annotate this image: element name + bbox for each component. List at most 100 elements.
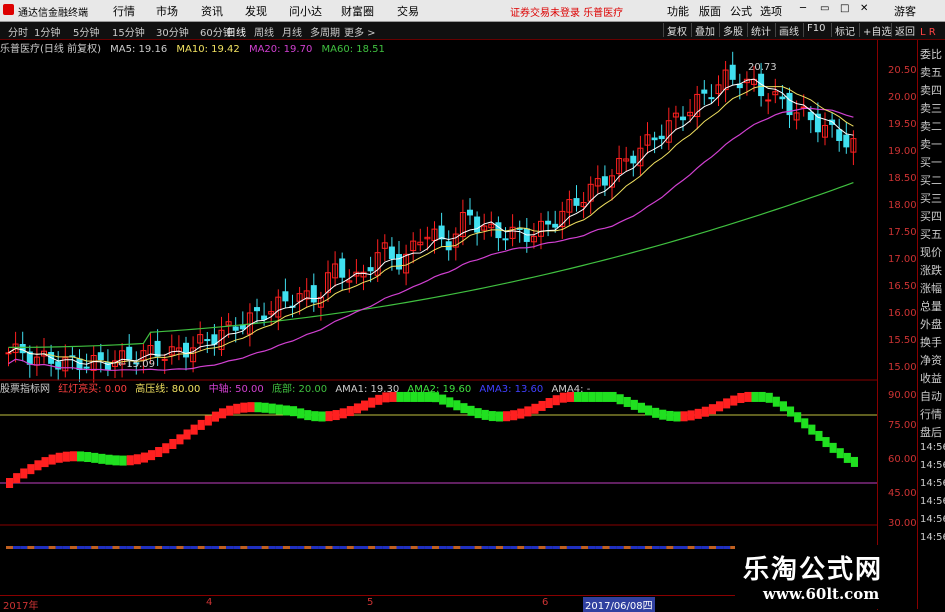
volume-bar [311,546,319,549]
volume-bar [304,546,312,549]
candle-body [680,116,686,121]
menu-zixun[interactable]: 资讯 [201,3,223,19]
fuquan-button[interactable]: 复权 [663,23,690,38]
volume-bar [27,546,35,549]
minimize-icon[interactable]: ─ [800,3,806,14]
ma10-line [8,85,854,364]
price-tick: 16.00 [888,308,917,319]
tab-weekly[interactable]: 周线 [254,24,274,39]
formula-button[interactable]: 公式 [730,3,752,19]
menu-caifuquan[interactable]: 财富圈 [341,3,374,19]
function-button[interactable]: 功能 [667,3,689,19]
price-tick: 17.00 [888,254,917,265]
candle-body [97,352,104,361]
overlay-button[interactable]: 叠加 [691,23,718,38]
price-tick: 15.50 [888,335,917,346]
tab-daily[interactable]: 日线 [226,24,246,39]
auto-tab[interactable]: 自动 [920,388,942,404]
indicator-bar [69,451,77,462]
tick-time: 14:56 [920,532,945,543]
volume-bar [290,546,298,549]
volume-bar [474,546,482,549]
indicator-bar [673,411,681,422]
price-tick: 15.00 [888,362,917,373]
volume-bar [460,546,468,549]
candle-body [126,346,133,360]
volume-bar [98,546,106,549]
price-tick: 19.50 [888,119,917,130]
indicator-bar [439,394,447,405]
statistics-button[interactable]: 统计 [747,23,774,38]
mark-button[interactable]: 标记 [831,23,858,38]
close-icon[interactable]: ✕ [860,3,868,14]
menu-wenxiaoda[interactable]: 问小达 [289,3,322,19]
tab-1min[interactable]: 1分钟 [34,24,60,39]
afterhours-tab[interactable]: 盘后 [920,424,942,440]
chart-canvas[interactable]: 20.73 ←15.09 [0,40,877,595]
indicator-bar [6,478,14,488]
tab-monthly[interactable]: 月线 [282,24,302,39]
volume-bar [531,546,539,549]
tab-fenshi[interactable]: 分时 [8,24,28,39]
rp-item: 卖三 [920,102,942,115]
maximize-icon[interactable]: □ [840,3,849,14]
add-watchlist-button[interactable]: +自选 [859,23,894,38]
menu-shichang[interactable]: 市场 [156,3,178,19]
rp-item: 卖二 [920,120,942,133]
candle-body [388,246,395,260]
indicator-bar [197,419,205,430]
multi-stock-button[interactable]: 多股 [719,23,746,38]
tab-15min[interactable]: 15分钟 [112,24,145,39]
candle-body [651,137,658,141]
volume-bar [268,546,276,549]
volume-bar [389,546,397,549]
restore-icon[interactable]: ▭ [820,3,829,14]
back-button[interactable]: 返回 [891,23,918,38]
indicator-bar [616,394,624,405]
volume-bar [637,546,645,549]
sub-tick: 45.00 [888,488,917,499]
volume-bar [545,546,553,549]
volume-bar [275,546,283,549]
quote-tab[interactable]: 行情 [920,406,942,422]
price-axis: 20.50 20.00 19.50 19.00 18.50 18.00 17.5… [877,40,918,610]
rp-item: 卖五 [920,66,942,79]
draw-line-button[interactable]: 画线 [775,23,802,38]
candle-body [396,254,402,270]
candle-body [807,111,814,121]
tab-multi-period[interactable]: 多周期 [310,24,340,39]
ma60-label: MA60: 18.51 [321,44,385,55]
candle-body [83,366,90,369]
date-tick: 4 [206,597,213,608]
volume-bar [495,546,503,549]
volume-bar [467,546,475,549]
indicator-bar [737,392,745,403]
f10-button[interactable]: F10 [803,23,828,37]
menu-jiaoyi[interactable]: 交易 [397,3,419,19]
candle-body [183,342,189,358]
tab-5min[interactable]: 5分钟 [73,24,99,39]
menu-faxian[interactable]: 发现 [245,3,267,19]
volume-bar [701,546,709,549]
tab-30min[interactable]: 30分钟 [156,24,189,39]
indicator-bar [730,395,738,406]
price-tick: 18.50 [888,173,917,184]
candle-body [502,238,509,241]
guest-label[interactable]: 游客 [894,3,916,19]
menu-hangqing[interactable]: 行情 [113,3,135,19]
options-button[interactable]: 选项 [760,3,782,19]
tab-more[interactable]: 更多 > [344,24,376,39]
volume-bar [488,546,496,549]
tick-time: 14:56 [920,442,945,453]
hongdeng-label: 红灯亮买: 0.00 [58,384,128,395]
layout-button[interactable]: 版面 [699,3,721,19]
rp-item: 净资 [920,354,942,367]
sub-tick: 90.00 [888,390,917,401]
ama2-label: AMA2: 19.60 [407,384,472,395]
rp-item: 涨幅 [920,282,942,295]
candle-body [836,129,843,141]
indicator-bar [680,411,688,422]
indicator-bar [708,404,716,415]
indicator-bar [112,455,120,466]
lr-toggle[interactable]: L R [920,27,936,38]
